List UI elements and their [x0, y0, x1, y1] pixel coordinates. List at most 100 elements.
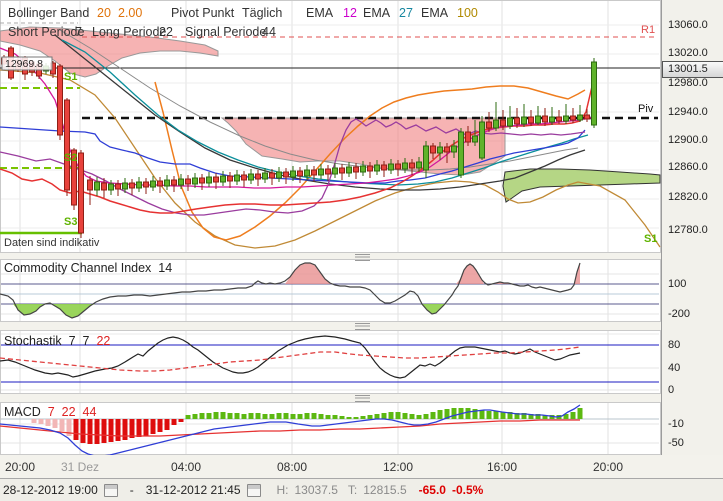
cci-panel-title[interactable]: Commodity Channel Index 14 — [4, 262, 172, 276]
candlestick — [571, 116, 576, 120]
stoch-tick-label: 80 — [668, 339, 680, 351]
legend-ema3-label[interactable]: EMA — [421, 7, 448, 21]
macd-histogram-bar — [193, 414, 198, 419]
legend-bollinger-period[interactable]: 20 — [97, 7, 111, 21]
candlestick — [459, 132, 464, 175]
price-chart-canvas[interactable]: 12969.8 — [0, 0, 661, 455]
calendar-icon[interactable] — [104, 484, 118, 497]
range-separator: - — [130, 483, 134, 497]
panel-splitter-handle[interactable] — [355, 323, 370, 330]
legend-short-periode-label[interactable]: Short Periode — [8, 26, 84, 40]
panel-splitter-handle[interactable] — [355, 254, 370, 261]
candlestick — [102, 183, 107, 190]
macd-histogram-bar — [501, 412, 506, 419]
macd-histogram-bar — [46, 419, 51, 426]
candlestick — [186, 179, 191, 184]
macd-histogram-bar — [326, 415, 331, 419]
price-tick-label: 13020.0 — [668, 47, 708, 59]
legend-pivot-mode[interactable]: Täglich — [242, 7, 282, 21]
macd-histogram-bar — [466, 408, 471, 419]
candlestick — [263, 173, 268, 179]
stochastic-d-value: 7 — [83, 334, 90, 348]
macd-histogram-bar — [368, 415, 373, 419]
macd-histogram-bar — [39, 419, 44, 424]
price-note-label: 12969.8 — [5, 58, 43, 70]
candlestick — [403, 163, 408, 169]
candlestick — [214, 177, 219, 182]
range-start-date: 28-12-2012 19:00 — [3, 483, 98, 497]
candlestick — [277, 172, 282, 178]
legend-signal-periode-label[interactable]: Signal Periode — [185, 26, 266, 40]
legend-ema2-value[interactable]: 27 — [399, 7, 413, 21]
macd-histogram-bar — [165, 419, 170, 430]
s3-level-label: S3 — [64, 216, 77, 228]
stochastic-k-value: 7 — [69, 334, 76, 348]
candlestick — [79, 153, 84, 233]
change-percent: -0.5% — [452, 483, 483, 497]
candlestick — [319, 169, 324, 175]
macd-histogram-bar — [382, 413, 387, 419]
candlestick — [375, 165, 380, 171]
candlestick — [417, 162, 422, 168]
candlestick — [424, 146, 429, 170]
candlestick — [179, 179, 184, 185]
macd-histogram-bar — [424, 414, 429, 419]
candlestick — [347, 167, 352, 173]
macd-histogram-bar — [333, 415, 338, 419]
candlestick — [592, 62, 597, 125]
legend-long-periode-value[interactable]: 22 — [159, 26, 173, 40]
candlestick — [557, 117, 562, 121]
candlestick — [207, 177, 212, 183]
candlestick — [382, 165, 387, 170]
macd-histogram-bar — [291, 414, 296, 419]
macd-histogram-bar — [354, 417, 359, 419]
candlestick — [494, 120, 499, 128]
candlestick — [228, 176, 233, 181]
legend-ema2-label[interactable]: EMA — [363, 7, 390, 21]
macd-panel-title[interactable]: MACD 7 22 44 — [4, 406, 96, 420]
macd-signal-value: 44 — [83, 405, 97, 419]
candlestick — [501, 120, 506, 126]
time-tick-label: 12:00 — [383, 460, 413, 474]
macd-slow-value: 22 — [62, 405, 76, 419]
legend-pivot-label[interactable]: Pivot Punkt — [171, 7, 234, 21]
candlestick — [242, 175, 247, 180]
macd-histogram-bar — [95, 419, 100, 444]
time-tick-label: 31 Dez — [61, 460, 99, 474]
price-tick-label: 12940.0 — [668, 106, 708, 118]
macd-histogram-bar — [186, 415, 191, 419]
candlestick — [326, 169, 331, 174]
macd-tick-label: -10 — [668, 418, 684, 430]
candlestick — [193, 178, 198, 184]
candlestick — [529, 117, 534, 123]
calendar-icon[interactable] — [247, 484, 261, 497]
time-axis[interactable]: 20:0031 Dez04:0008:0012:0016:0020:00 — [0, 455, 723, 478]
legend-ema1-value[interactable]: 12 — [343, 7, 357, 21]
candlestick — [298, 171, 303, 176]
stoch-tick-label: 40 — [668, 362, 680, 374]
legend-short-periode-value[interactable]: 7 — [75, 26, 82, 40]
price-axis[interactable]: 13001.5 13060.013020.012980.012940.01290… — [661, 0, 723, 455]
stochastic-panel-title[interactable]: Stochastik 7 7 22 — [4, 335, 110, 349]
range-end-date: 31-12-2012 21:45 — [146, 483, 241, 497]
legend-bollinger-dev[interactable]: 2.00 — [118, 7, 142, 21]
legend-ema1-label[interactable]: EMA — [306, 7, 333, 21]
legend-bollinger-label[interactable]: Bollinger Band — [8, 7, 89, 21]
candlestick — [165, 180, 170, 186]
candlestick — [410, 163, 415, 168]
stochastic-label: Stochastik — [4, 334, 62, 348]
macd-histogram-bar — [116, 419, 121, 441]
panel-splitter-handle[interactable] — [355, 395, 370, 402]
status-bar: 28-12-2012 19:00 - 31-12-2012 21:45 H: 1… — [0, 478, 723, 501]
candlestick — [284, 172, 289, 177]
macd-histogram-bar — [151, 419, 156, 434]
macd-histogram-bar — [144, 419, 149, 436]
macd-histogram-bar — [431, 412, 436, 419]
legend-signal-periode-value[interactable]: 44 — [262, 26, 276, 40]
legend-ema3-value[interactable]: 100 — [457, 7, 478, 21]
macd-histogram-bar — [389, 412, 394, 419]
time-tick-label: 04:00 — [171, 460, 201, 474]
macd-histogram-bar — [74, 419, 79, 440]
legend-long-periode-label[interactable]: Long Periode — [92, 26, 166, 40]
candlestick — [109, 184, 114, 190]
